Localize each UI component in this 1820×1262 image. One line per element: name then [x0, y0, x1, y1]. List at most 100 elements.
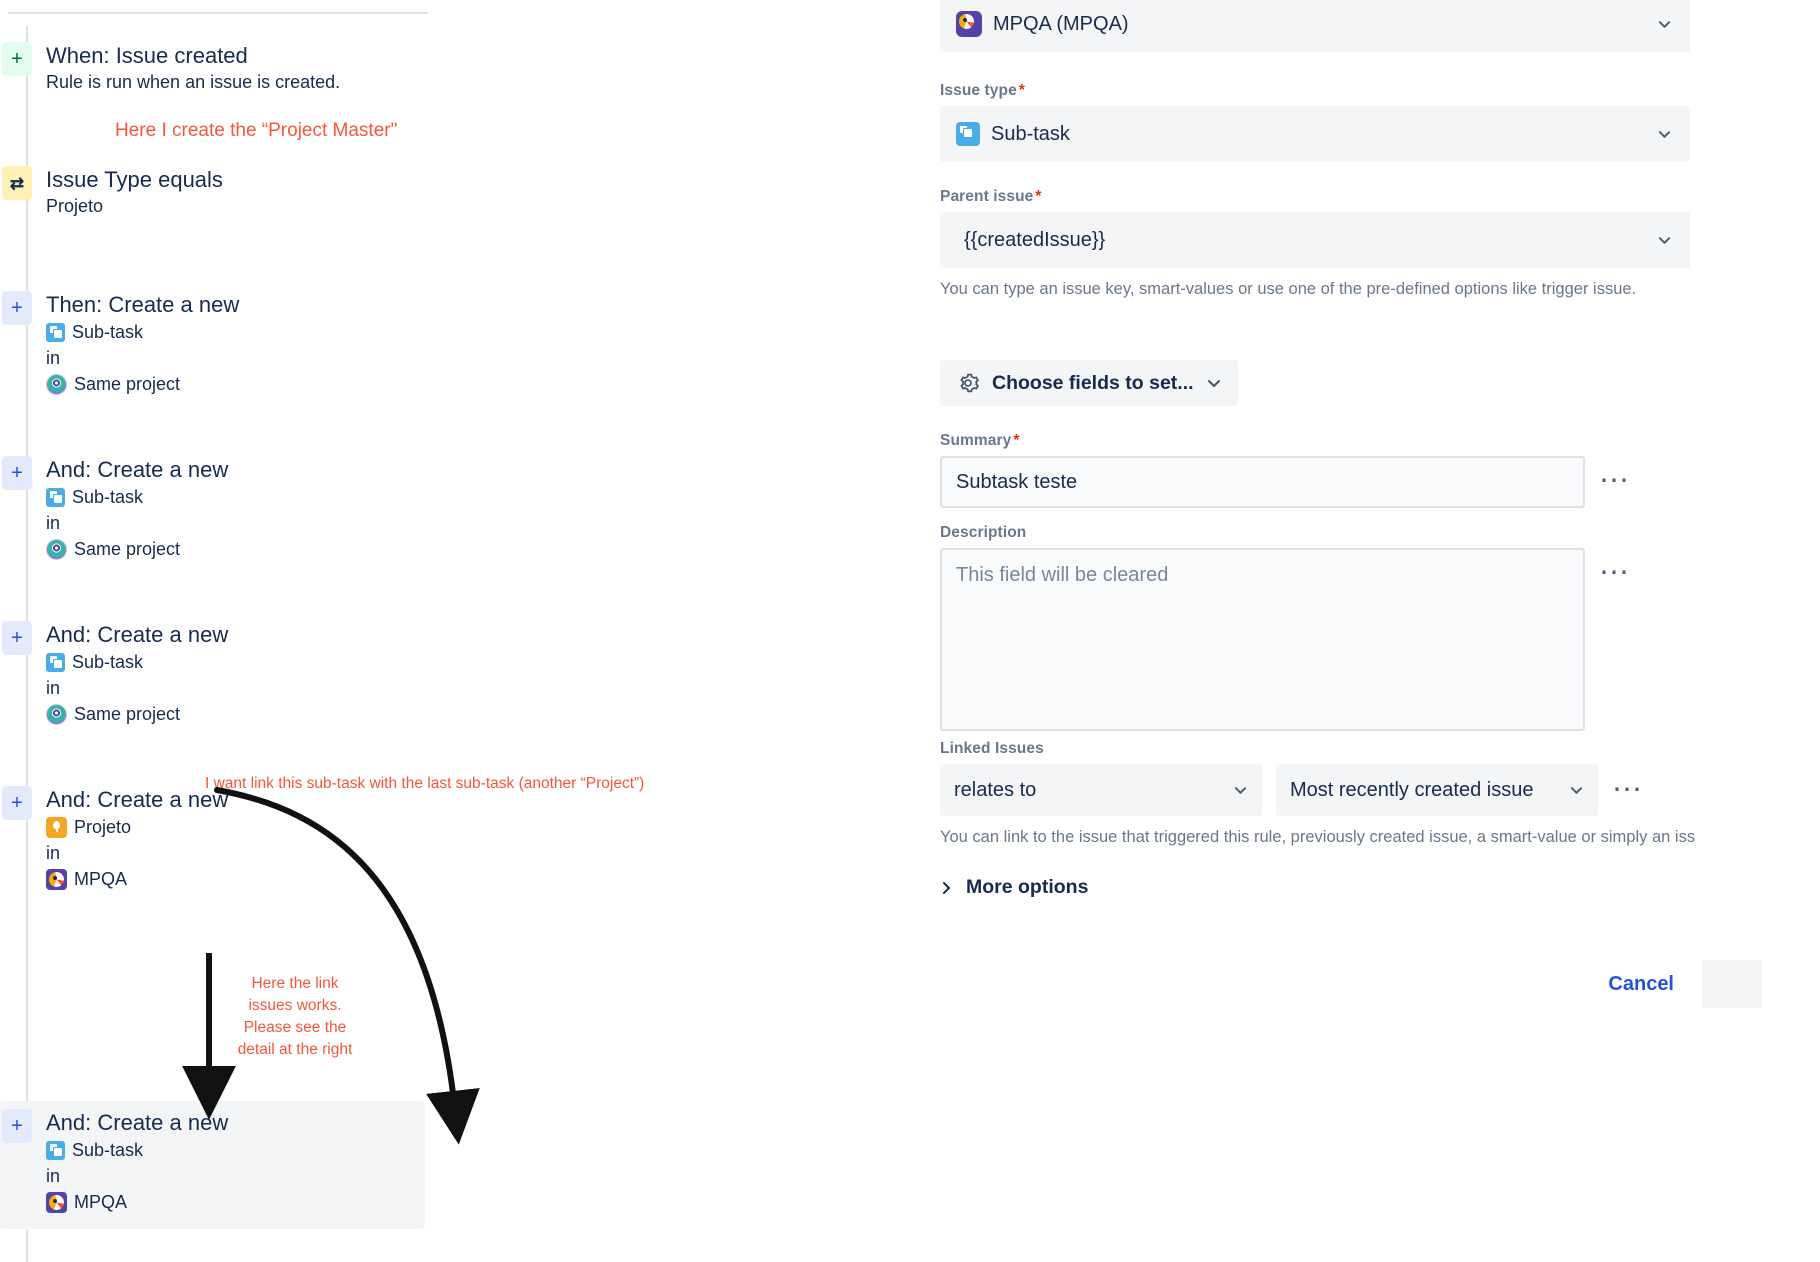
step-description: Projeto [46, 196, 104, 216]
step-issue-type-row: Projeto [46, 814, 425, 840]
chevron-down-icon [1207, 380, 1220, 387]
step-issue-type-row: Sub-task [46, 1137, 425, 1163]
subtask-icon [956, 122, 980, 146]
subtask-icon [46, 652, 65, 672]
link-target-select[interactable]: Most recently created issue [1276, 764, 1598, 816]
chevron-down-icon [1234, 787, 1247, 794]
step-in-label: in [46, 843, 61, 863]
rule-step-and-create-subtask-same-project-1[interactable]: + And: Create a new Sub-task in Same pro… [0, 456, 425, 562]
rule-step-when-issue-created[interactable]: + When: Issue created Rule is run when a… [0, 42, 425, 95]
step-title: When: Issue created [46, 43, 248, 68]
rule-step-then-create-subtask-same-project[interactable]: + Then: Create a new Sub-task in Same pr… [0, 291, 425, 397]
rule-step-and-create-projeto-mpqa[interactable]: + And: Create a new Projeto in MPQA [0, 786, 425, 892]
top-divider [8, 12, 428, 14]
chevron-down-icon [1658, 237, 1671, 244]
secondary-action-button[interactable] [1702, 960, 1762, 1008]
step-issue-type-label: Sub-task [72, 322, 144, 342]
description-input[interactable]: This field will be cleared [940, 548, 1585, 731]
step-issue-type-row: Sub-task [46, 484, 425, 510]
add-step-button[interactable]: + [2, 42, 32, 76]
parent-issue-value: {{createdIssue}} [964, 228, 1106, 251]
step-description: Rule is run when an issue is created. [46, 72, 341, 92]
issue-type-value: Sub-task [991, 122, 1070, 145]
step-title: Issue Type equals [46, 167, 223, 192]
project-select-value: MPQA (MPQA) [993, 12, 1129, 35]
projeto-icon [46, 816, 67, 838]
linked-issues-label: Linked Issues [940, 740, 1044, 757]
annotation-project-master: Here I create the “Project Master" [115, 120, 398, 141]
project-select[interactable]: MPQA (MPQA) [940, 0, 1690, 52]
parent-issue-label-text: Parent issue [940, 188, 1034, 205]
same-project-icon [46, 703, 67, 725]
add-step-button[interactable]: + [2, 1109, 32, 1143]
description-label: Description [940, 524, 1027, 541]
summary-input[interactable]: Subtask teste [940, 456, 1585, 508]
step-content: And: Create a new Sub-task in Same proje… [46, 456, 425, 562]
step-content: And: Create a new Projeto in MPQA [46, 786, 425, 892]
action-detail-panel: MPQA (MPQA) Issue type * Sub-task Parent… [940, 0, 1820, 1262]
step-project-label: MPQA [74, 869, 128, 889]
required-marker: * [1013, 432, 1020, 449]
summary-value: Subtask teste [956, 470, 1078, 493]
subtask-icon [46, 1140, 65, 1160]
parent-issue-select[interactable]: {{createdIssue}} [940, 212, 1690, 268]
more-options-label: More options [966, 876, 1089, 898]
plus-icon: + [11, 297, 23, 319]
condition-badge: ⇄ [2, 166, 32, 200]
step-title: And: Create a new [46, 1110, 229, 1135]
linked-issues-more-actions-button[interactable]: ⋯ [1612, 775, 1644, 805]
plus-icon: + [11, 1115, 23, 1137]
subtask-icon [46, 487, 65, 507]
plus-icon: + [11, 627, 23, 649]
plus-icon: + [11, 792, 23, 814]
more-options-toggle[interactable]: More options [940, 876, 1088, 899]
mpqa-icon [956, 11, 982, 37]
step-content: And: Create a new Sub-task in MPQA [46, 1109, 425, 1215]
link-target-value: Most recently created issue [1290, 778, 1534, 801]
mpqa-icon [46, 868, 67, 890]
annotation-link-issues-works: Here the link issues works. Please see t… [237, 975, 353, 1058]
step-content: Then: Create a new Sub-task in Same proj… [46, 291, 425, 397]
plus-icon: + [11, 48, 23, 70]
footer-actions: Cancel [940, 960, 1762, 1008]
step-project-label: Same project [74, 539, 181, 559]
link-type-select[interactable]: relates to [940, 764, 1262, 816]
chevron-down-icon [1658, 21, 1671, 28]
step-project-label: MPQA [74, 1192, 128, 1212]
automation-rule-chain: + When: Issue created Rule is run when a… [0, 0, 940, 1262]
cancel-button[interactable]: Cancel [1598, 965, 1684, 1004]
step-title: Then: Create a new [46, 292, 240, 317]
summary-more-actions-button[interactable]: ⋯ [1599, 466, 1631, 496]
add-step-button[interactable]: + [2, 786, 32, 820]
step-in-label: in [46, 678, 61, 698]
add-step-button[interactable]: + [2, 291, 32, 325]
step-project-row: MPQA [46, 1189, 425, 1215]
description-placeholder: This field will be cleared [956, 564, 1169, 586]
add-step-button[interactable]: + [2, 456, 32, 490]
step-project-row: Same project [46, 371, 425, 397]
step-issue-type-label: Sub-task [72, 487, 144, 507]
annotation-link-subtask: I want link this sub-task with the last … [205, 775, 645, 792]
rule-step-and-create-subtask-mpqa-selected[interactable]: + And: Create a new Sub-task in MPQA [0, 1101, 425, 1229]
step-content: Issue Type equals Projeto [46, 166, 425, 219]
step-project-row: Same project [46, 536, 425, 562]
parent-issue-help-text: You can type an issue key, smart-values … [940, 280, 1637, 298]
step-in-label: in [46, 513, 61, 533]
rule-step-and-create-subtask-same-project-2[interactable]: + And: Create a new Sub-task in Same pro… [0, 621, 425, 727]
rule-step-issue-type-equals[interactable]: ⇄ Issue Type equals Projeto [0, 166, 425, 219]
same-project-icon [46, 373, 67, 395]
issue-type-label: Issue type * [940, 82, 1690, 100]
step-title: And: Create a new [46, 457, 229, 482]
step-issue-type-label: Sub-task [72, 1140, 144, 1160]
step-in-label: in [46, 348, 61, 368]
add-step-button[interactable]: + [2, 621, 32, 655]
description-more-actions-button[interactable]: ⋯ [1599, 558, 1631, 588]
step-project-label: Same project [74, 374, 181, 394]
mpqa-icon [46, 1191, 67, 1213]
choose-fields-to-set-button[interactable]: Choose fields to set... [940, 360, 1238, 406]
step-issue-type-label: Sub-task [72, 652, 144, 672]
issue-type-select[interactable]: Sub-task [940, 106, 1690, 162]
step-project-label: Same project [74, 704, 181, 724]
linked-issues-help-text: You can link to the issue that triggered… [940, 828, 1696, 846]
step-issue-type-row: Sub-task [46, 649, 425, 675]
